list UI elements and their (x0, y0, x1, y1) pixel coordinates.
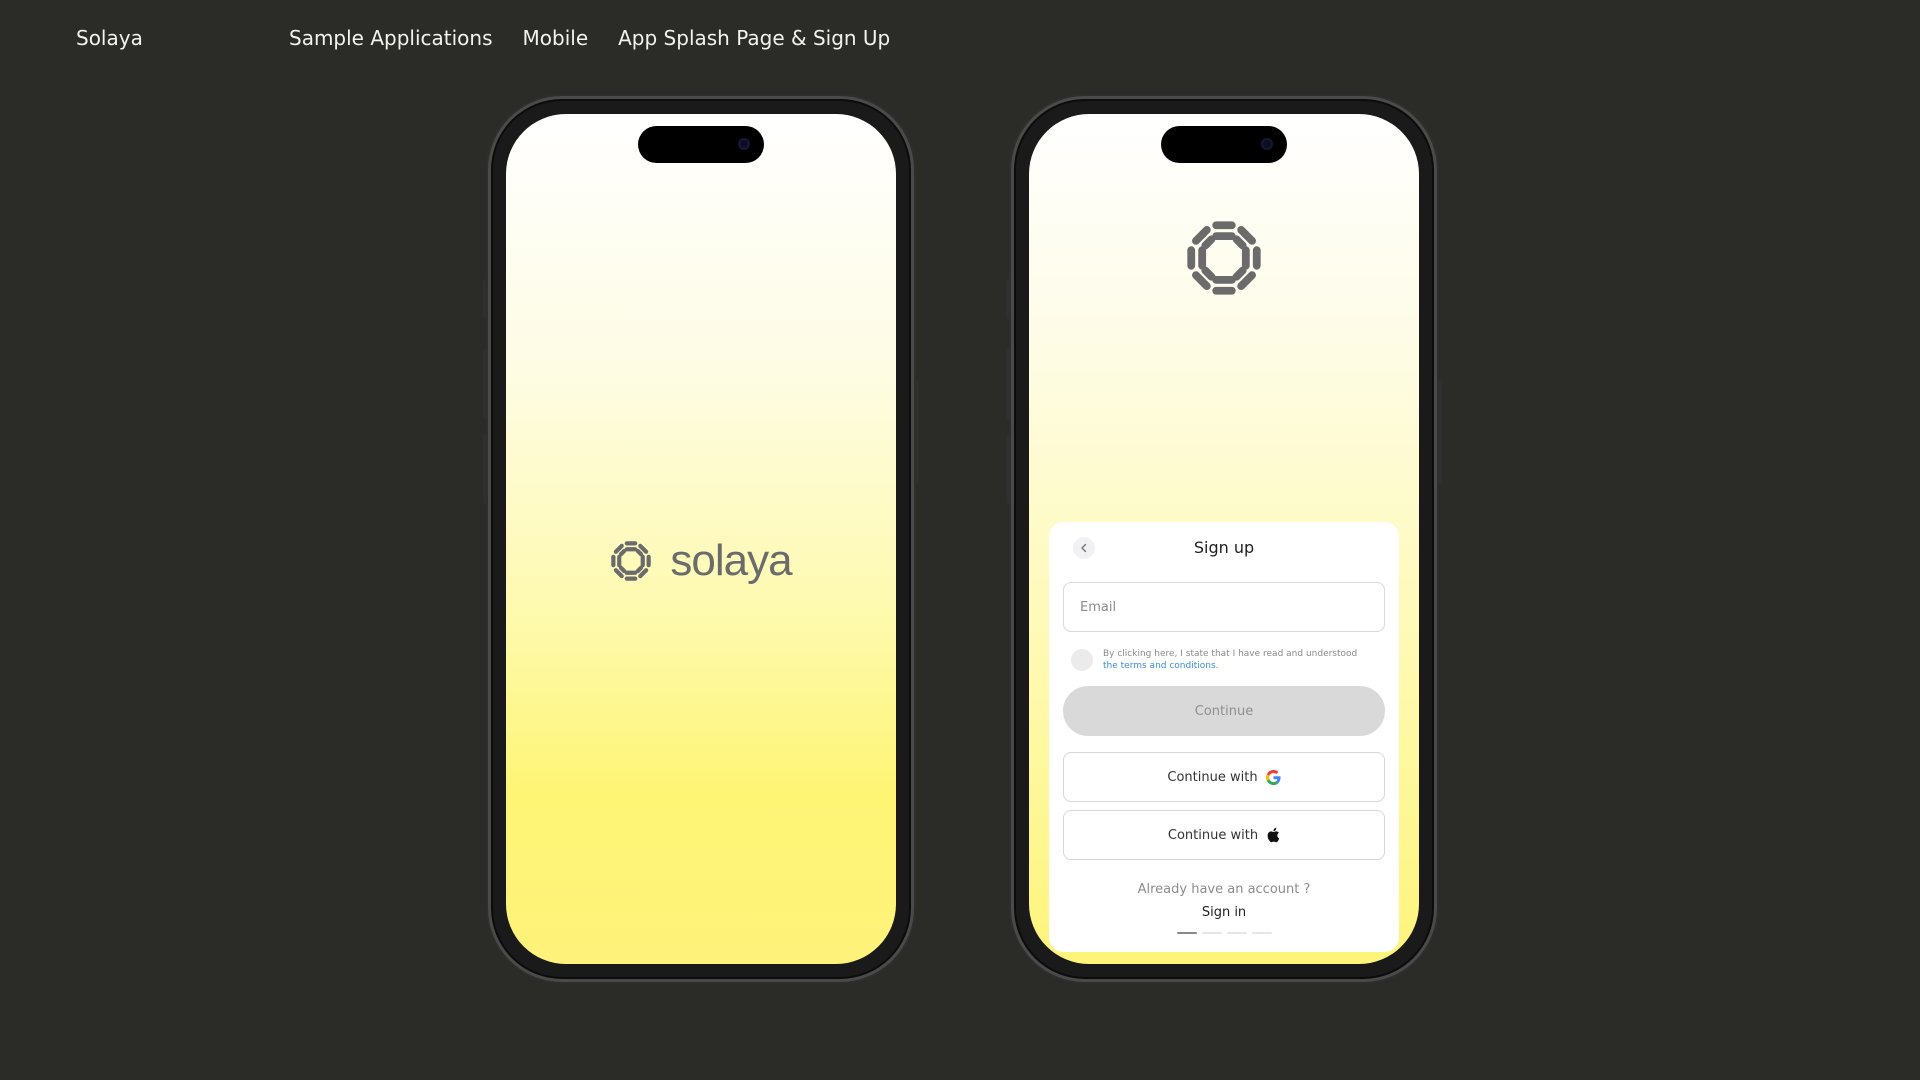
continue-with-apple-button[interactable]: Continue with (1063, 810, 1385, 860)
breadcrumb-splash-signup[interactable]: App Splash Page & Sign Up (618, 24, 890, 52)
breadcrumb-mobile[interactable]: Mobile (523, 24, 589, 52)
google-button-label: Continue with (1167, 769, 1258, 785)
volume-down-button (483, 434, 488, 504)
apple-button-label: Continue with (1167, 827, 1259, 843)
google-icon (1265, 769, 1281, 785)
signup-card: Sign up By clicking here, I state that I… (1049, 522, 1399, 952)
terms-link[interactable]: the terms and conditions. (1103, 661, 1219, 671)
progress-step (1251, 932, 1272, 934)
sign-in-link[interactable]: Sign in (1063, 905, 1385, 920)
continue-with-google-button[interactable]: Continue with (1063, 752, 1385, 802)
dynamic-island (638, 126, 764, 163)
signup-title: Sign up (1193, 538, 1255, 557)
signup-screen: Sign up By clicking here, I state that I… (1029, 114, 1419, 964)
already-have-account-text: Already have an account ? (1137, 882, 1311, 897)
splash-screen: solaya (506, 114, 896, 964)
sun-ring-icon (1187, 221, 1261, 295)
breadcrumb-sample-applications[interactable]: Sample Applications (289, 24, 493, 52)
step-progress (1063, 932, 1385, 934)
sun-ring-icon (611, 541, 652, 581)
progress-step (1201, 932, 1222, 934)
power-button (914, 379, 919, 484)
terms-row: By clicking here, I state that I have re… (1063, 648, 1385, 672)
brand-link[interactable]: Solaya (76, 24, 143, 52)
progress-step (1176, 932, 1197, 934)
action-button (1006, 279, 1011, 319)
volume-down-button (1006, 434, 1011, 504)
power-button (1437, 379, 1442, 484)
camera-icon (738, 138, 750, 150)
phone-mockup-signup: Sign up By clicking here, I state that I… (1006, 96, 1442, 982)
dynamic-island (1161, 126, 1287, 163)
camera-icon (1261, 138, 1273, 150)
splash-wordmark: solaya (670, 536, 792, 585)
continue-button[interactable]: Continue (1063, 686, 1385, 736)
volume-up-button (1006, 349, 1011, 419)
phone-mockup-splash: solaya (483, 96, 919, 982)
splash-logo: solaya (506, 539, 896, 583)
top-nav: Solaya Sample Applications Mobile App Sp… (76, 24, 1844, 52)
terms-statement: By clicking here, I state that I have re… (1103, 649, 1358, 659)
breadcrumb: Sample Applications Mobile App Splash Pa… (289, 24, 890, 52)
terms-text: By clicking here, I state that I have re… (1103, 648, 1357, 672)
email-field[interactable] (1063, 582, 1385, 632)
apple-icon (1267, 827, 1280, 843)
terms-checkbox[interactable] (1071, 649, 1093, 671)
action-button (483, 279, 488, 319)
card-header: Sign up (1063, 522, 1385, 574)
volume-up-button (483, 349, 488, 419)
progress-step (1226, 932, 1247, 934)
